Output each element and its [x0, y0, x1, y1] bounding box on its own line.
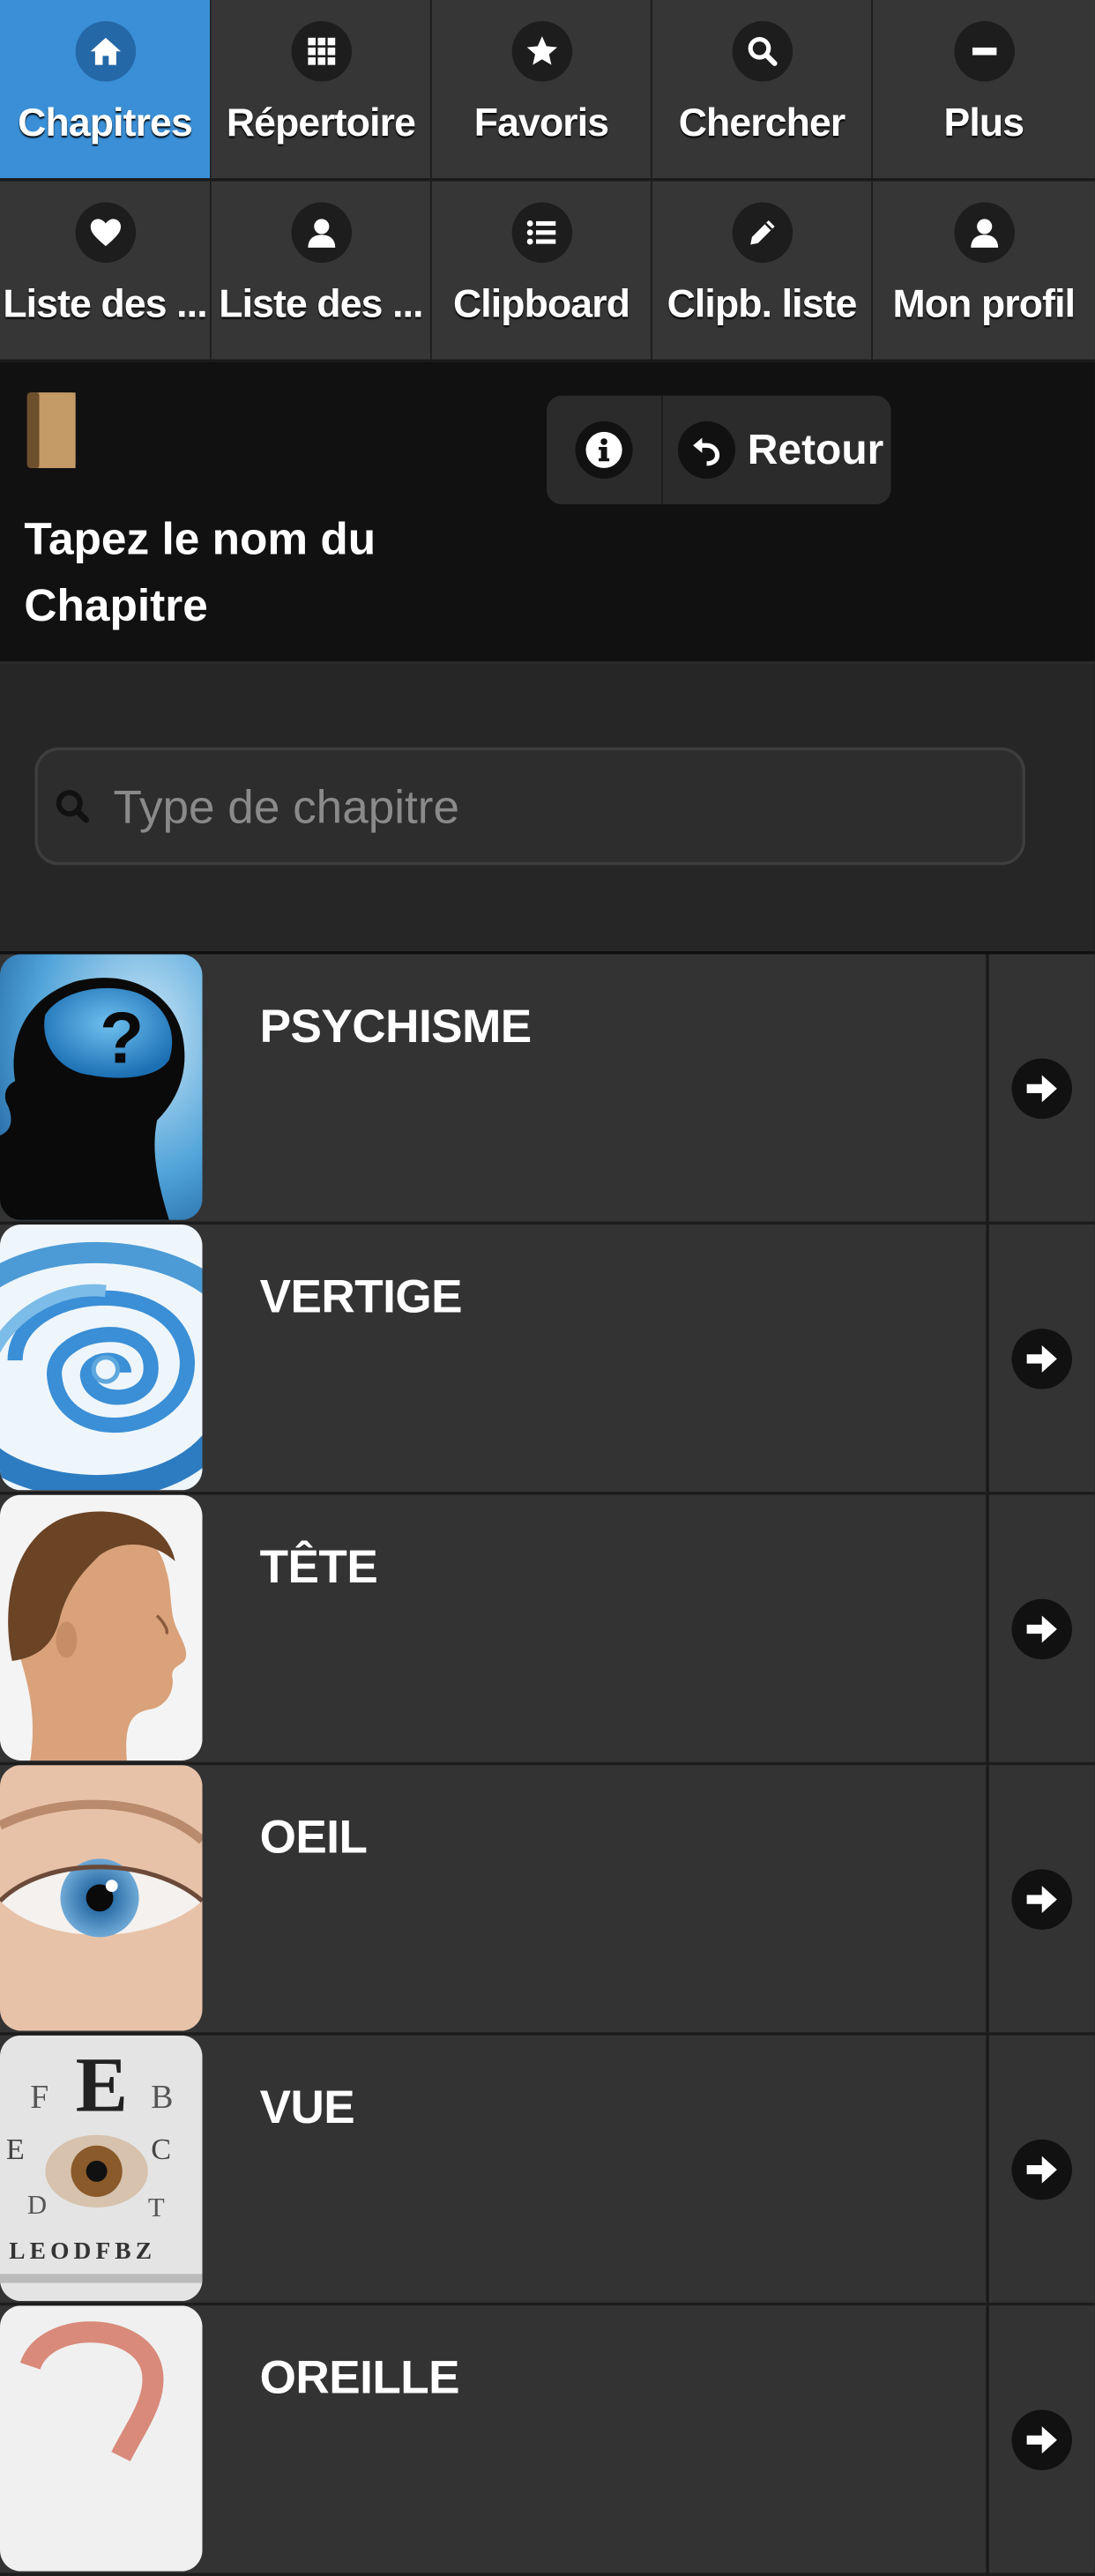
svg-text:E: E — [6, 2133, 25, 2166]
list-item[interactable]: OEIL — [0, 1765, 1095, 2036]
arrow-right-icon — [1011, 1057, 1073, 1119]
chapter-list: ? PSYCHISME VERTIGE TÊTE OEIL E F B E C … — [0, 951, 1095, 2576]
list-icon — [510, 202, 572, 264]
tab-liste-favoris[interactable]: Liste des ... — [0, 181, 212, 363]
arrow-right-icon — [1011, 1597, 1073, 1659]
heart-icon — [74, 202, 136, 264]
star-icon — [510, 20, 572, 82]
spiral-image — [0, 1224, 203, 1491]
open-chapter-button[interactable] — [986, 1494, 1094, 1762]
tab-label: Favoris — [473, 100, 609, 145]
svg-text:C: C — [151, 2133, 171, 2166]
tab-label: Répertoire — [226, 100, 416, 145]
tab-repertoire[interactable]: Répertoire — [211, 0, 432, 182]
svg-text:B: B — [151, 2079, 173, 2116]
svg-text:?: ? — [100, 999, 144, 1079]
home-icon — [74, 20, 136, 82]
list-item[interactable]: OREILLE — [0, 2305, 1095, 2576]
head-question-image: ? — [0, 954, 203, 1220]
chapter-title: PSYCHISME — [259, 999, 533, 1053]
book-icon — [21, 390, 78, 471]
search-box — [34, 747, 1025, 866]
tab-chercher[interactable]: Chercher — [652, 0, 873, 182]
tab-label: Mon profil — [892, 280, 1076, 326]
tab-label: Clipb. liste — [667, 280, 857, 326]
tab-clipb-liste[interactable]: Clipb. liste — [652, 181, 873, 363]
minus-icon — [953, 20, 1015, 82]
info-icon — [575, 421, 633, 479]
svg-text:D: D — [27, 2190, 47, 2220]
search-icon — [53, 786, 93, 833]
list-item[interactable]: ? PSYCHISME — [0, 954, 1095, 1225]
page-header: Tapez le nom du Chapitre Retour — [0, 362, 1095, 665]
svg-text:T: T — [148, 2193, 165, 2222]
user-icon — [290, 202, 352, 264]
back-button[interactable]: Retour — [663, 396, 891, 504]
search-input[interactable] — [110, 750, 1008, 866]
open-chapter-button[interactable] — [986, 1765, 1094, 2033]
search-icon — [731, 20, 793, 82]
open-chapter-button[interactable] — [986, 2035, 1094, 2303]
svg-text:F: F — [30, 2079, 48, 2116]
chapter-title: TÊTE — [259, 1539, 378, 1593]
info-button[interactable] — [547, 395, 663, 505]
chapter-title: OEIL — [259, 1810, 368, 1864]
open-chapter-button[interactable] — [986, 2305, 1094, 2573]
tab-label: Chapitres — [18, 100, 192, 145]
chapter-title: VUE — [259, 2081, 355, 2134]
list-item[interactable]: VERTIGE — [0, 1224, 1095, 1495]
arrow-right-icon — [1011, 2408, 1073, 2470]
svg-text:E: E — [76, 2042, 128, 2128]
page-title: Tapez le nom du Chapitre — [24, 515, 376, 631]
user-icon — [953, 202, 1015, 264]
list-item[interactable]: TÊTE — [0, 1494, 1095, 1766]
grid-icon — [290, 20, 352, 82]
search-zone — [0, 664, 1095, 952]
tab-label: Plus — [943, 100, 1024, 145]
tab-label: Liste des ... — [219, 280, 423, 326]
svg-text:LEODFBZ: LEODFBZ — [9, 2237, 156, 2264]
tab-chapitres[interactable]: Chapitres — [0, 0, 212, 182]
open-chapter-button[interactable] — [986, 1224, 1094, 1493]
tab-bar: Chapitres Répertoire Favoris Chercher Pl… — [0, 0, 1095, 363]
back-button-label: Retour — [747, 425, 884, 473]
chapter-title: VERTIGE — [259, 1269, 463, 1323]
eye-image — [0, 1765, 203, 2031]
tab-liste-utilisateurs[interactable]: Liste des ... — [211, 181, 432, 363]
header-button-group: Retour — [546, 395, 891, 505]
list-item[interactable]: E F B E C LEODFBZ D T VUE — [0, 2035, 1095, 2306]
pencil-icon — [731, 202, 793, 264]
tab-label: Chercher — [678, 100, 845, 145]
ear-image — [0, 2305, 203, 2572]
tab-mon-profil[interactable]: Mon profil — [872, 181, 1095, 363]
tab-favoris[interactable]: Favoris — [431, 0, 652, 182]
head-profile-image — [0, 1494, 203, 1761]
arrow-right-icon — [1011, 1868, 1073, 1929]
eye-chart-image: E F B E C LEODFBZ D T — [0, 2035, 203, 2302]
tab-clipboard[interactable]: Clipboard — [431, 181, 652, 363]
undo-icon — [678, 421, 736, 479]
tab-plus[interactable]: Plus — [872, 0, 1095, 182]
open-chapter-button[interactable] — [986, 954, 1094, 1222]
tab-label: Liste des ... — [3, 280, 207, 326]
arrow-right-icon — [1011, 2139, 1073, 2200]
arrow-right-icon — [1011, 1328, 1073, 1389]
tab-label: Clipboard — [452, 280, 630, 326]
chapter-title: OREILLE — [259, 2350, 460, 2404]
